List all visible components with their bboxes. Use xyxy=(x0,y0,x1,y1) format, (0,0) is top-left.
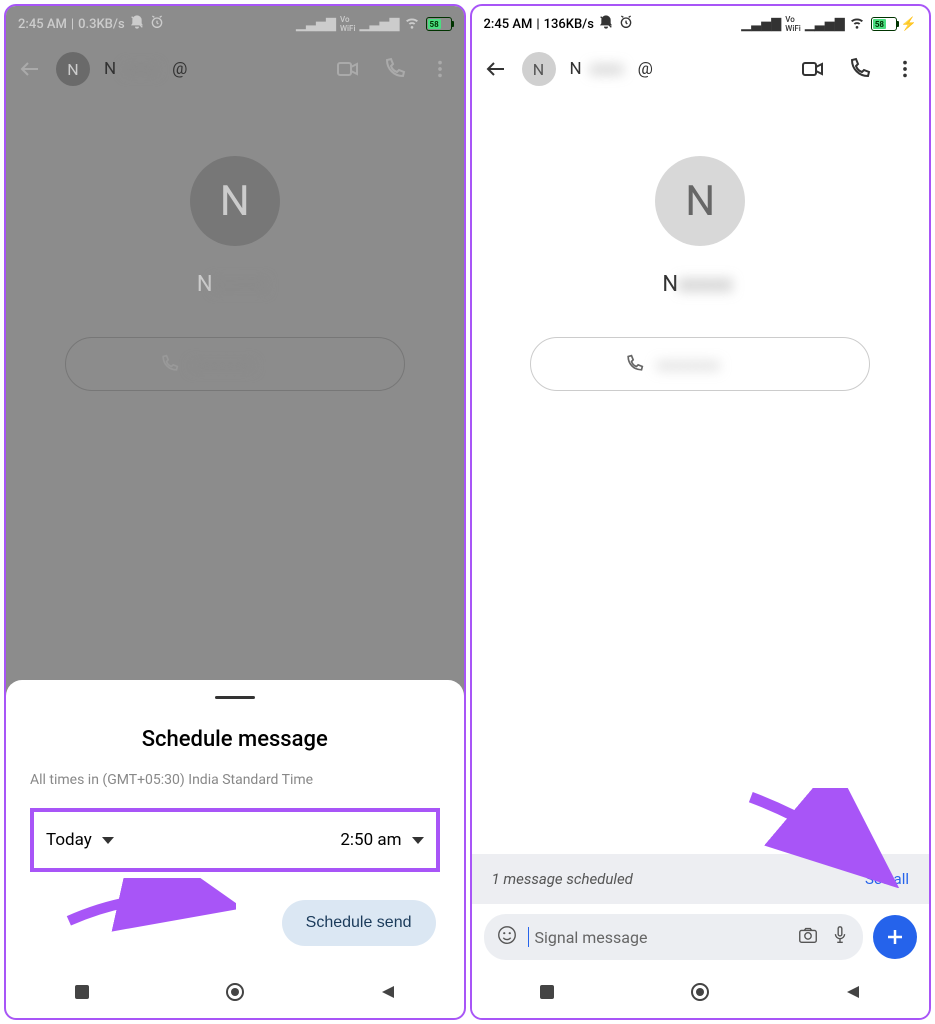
nav-bar xyxy=(472,970,930,1018)
wifi-icon xyxy=(849,14,865,34)
chat-header: N N xxxx @ xyxy=(6,42,464,96)
signal-icon: ▁▃▅▇ xyxy=(741,17,781,32)
phone-screenshot-left: 2:45 AM | 0.3KB/s ▁▃▅▇ VoWiFi ▁▃▅▇ 58 xyxy=(4,4,466,1020)
vowifi-icon: VoWiFi xyxy=(340,15,356,33)
signal-icon: ▁▃▅▇ xyxy=(360,17,400,32)
status-bar: 2:45 AM | 0.3KB/s ▁▃▅▇ VoWiFi ▁▃▅▇ 58 xyxy=(6,6,464,42)
battery-icon: 58 xyxy=(426,17,452,31)
avatar-large[interactable]: N xyxy=(655,156,745,246)
bottom-area: 1 message scheduled See all Signal messa… xyxy=(472,854,930,970)
nav-recents-icon[interactable] xyxy=(74,984,90,1004)
see-all-link[interactable]: See all xyxy=(865,870,909,888)
phone-number-pill[interactable]: xxxxxxxx xyxy=(530,337,870,391)
schedule-bottom-sheet: Schedule message All times in (GMT+05:30… xyxy=(6,680,464,970)
nav-back-icon[interactable] xyxy=(380,984,396,1004)
status-speed: 136KB/s xyxy=(544,17,594,32)
vowifi-icon: VoWiFi xyxy=(785,15,801,33)
status-bar: 2:45 AM | 136KB/s ▁▃▅▇ VoWiFi ▁▃▅▇ 58 ⚡ xyxy=(472,6,930,42)
sheet-subtitle: All times in (GMT+05:30) India Standard … xyxy=(30,772,440,788)
avatar-large[interactable]: N xyxy=(190,156,280,246)
chat-header: N N xxxx @ xyxy=(472,42,930,96)
back-icon[interactable] xyxy=(484,57,508,81)
sheet-title: Schedule message xyxy=(30,727,440,752)
add-button[interactable] xyxy=(873,915,917,959)
time-picker[interactable]: 2:50 am xyxy=(340,830,423,850)
more-icon[interactable] xyxy=(428,57,452,81)
signal-icon: ▁▃▅▇ xyxy=(296,17,336,32)
dnd-icon xyxy=(129,14,145,34)
phone-screenshot-right: 2:45 AM | 136KB/s ▁▃▅▇ VoWiFi ▁▃▅▇ 58 ⚡ … xyxy=(470,4,932,1020)
profile-name: Nxxxxx xyxy=(662,272,738,297)
status-time: 2:45 AM xyxy=(484,17,533,32)
camera-icon[interactable] xyxy=(797,924,819,950)
avatar[interactable]: N xyxy=(522,52,556,86)
scheduled-banner: 1 message scheduled See all xyxy=(472,854,930,904)
nav-home-icon[interactable] xyxy=(225,982,245,1006)
video-call-icon[interactable] xyxy=(801,57,825,81)
status-time: 2:45 AM xyxy=(18,17,67,32)
profile-name: Nxxxxx xyxy=(197,272,273,297)
more-icon[interactable] xyxy=(893,57,917,81)
message-input[interactable]: Signal message xyxy=(484,914,864,960)
wifi-icon xyxy=(404,14,420,34)
input-placeholder: Signal message xyxy=(535,928,788,947)
profile-area: N Nxxxxx xxxxxxxx xyxy=(472,96,930,411)
profile-area: N Nxxxxx xxxxxxxx xyxy=(6,96,464,411)
video-call-icon[interactable] xyxy=(336,57,360,81)
schedule-send-button[interactable]: Schedule send xyxy=(282,900,436,946)
voice-call-icon[interactable] xyxy=(382,57,406,81)
dnd-icon xyxy=(598,14,614,34)
contact-name[interactable]: N xxxx @ xyxy=(104,59,322,79)
input-bar: Signal message xyxy=(472,904,930,970)
status-speed: 0.3KB/s xyxy=(78,17,125,32)
alarm-icon xyxy=(618,14,634,34)
nav-recents-icon[interactable] xyxy=(539,984,555,1004)
battery-icon: 58 xyxy=(871,17,897,31)
sheet-handle[interactable] xyxy=(215,696,255,699)
contact-name[interactable]: N xxxx @ xyxy=(570,59,788,79)
mic-icon[interactable] xyxy=(829,924,851,950)
scheduled-count: 1 message scheduled xyxy=(492,870,633,888)
nav-home-icon[interactable] xyxy=(690,982,710,1006)
chevron-down-icon xyxy=(102,837,114,844)
avatar[interactable]: N xyxy=(56,52,90,86)
chevron-down-icon xyxy=(412,837,424,844)
alarm-icon xyxy=(149,14,165,34)
phone-number-pill[interactable]: xxxxxxxx xyxy=(65,337,405,391)
nav-back-icon[interactable] xyxy=(845,984,861,1004)
back-icon[interactable] xyxy=(18,57,42,81)
date-picker[interactable]: Today xyxy=(46,830,114,850)
voice-call-icon[interactable] xyxy=(847,57,871,81)
signal-icon: ▁▃▅▇ xyxy=(805,17,845,32)
nav-bar xyxy=(6,970,464,1018)
emoji-icon[interactable] xyxy=(496,924,518,950)
datetime-picker-row: Today 2:50 am xyxy=(30,808,440,872)
